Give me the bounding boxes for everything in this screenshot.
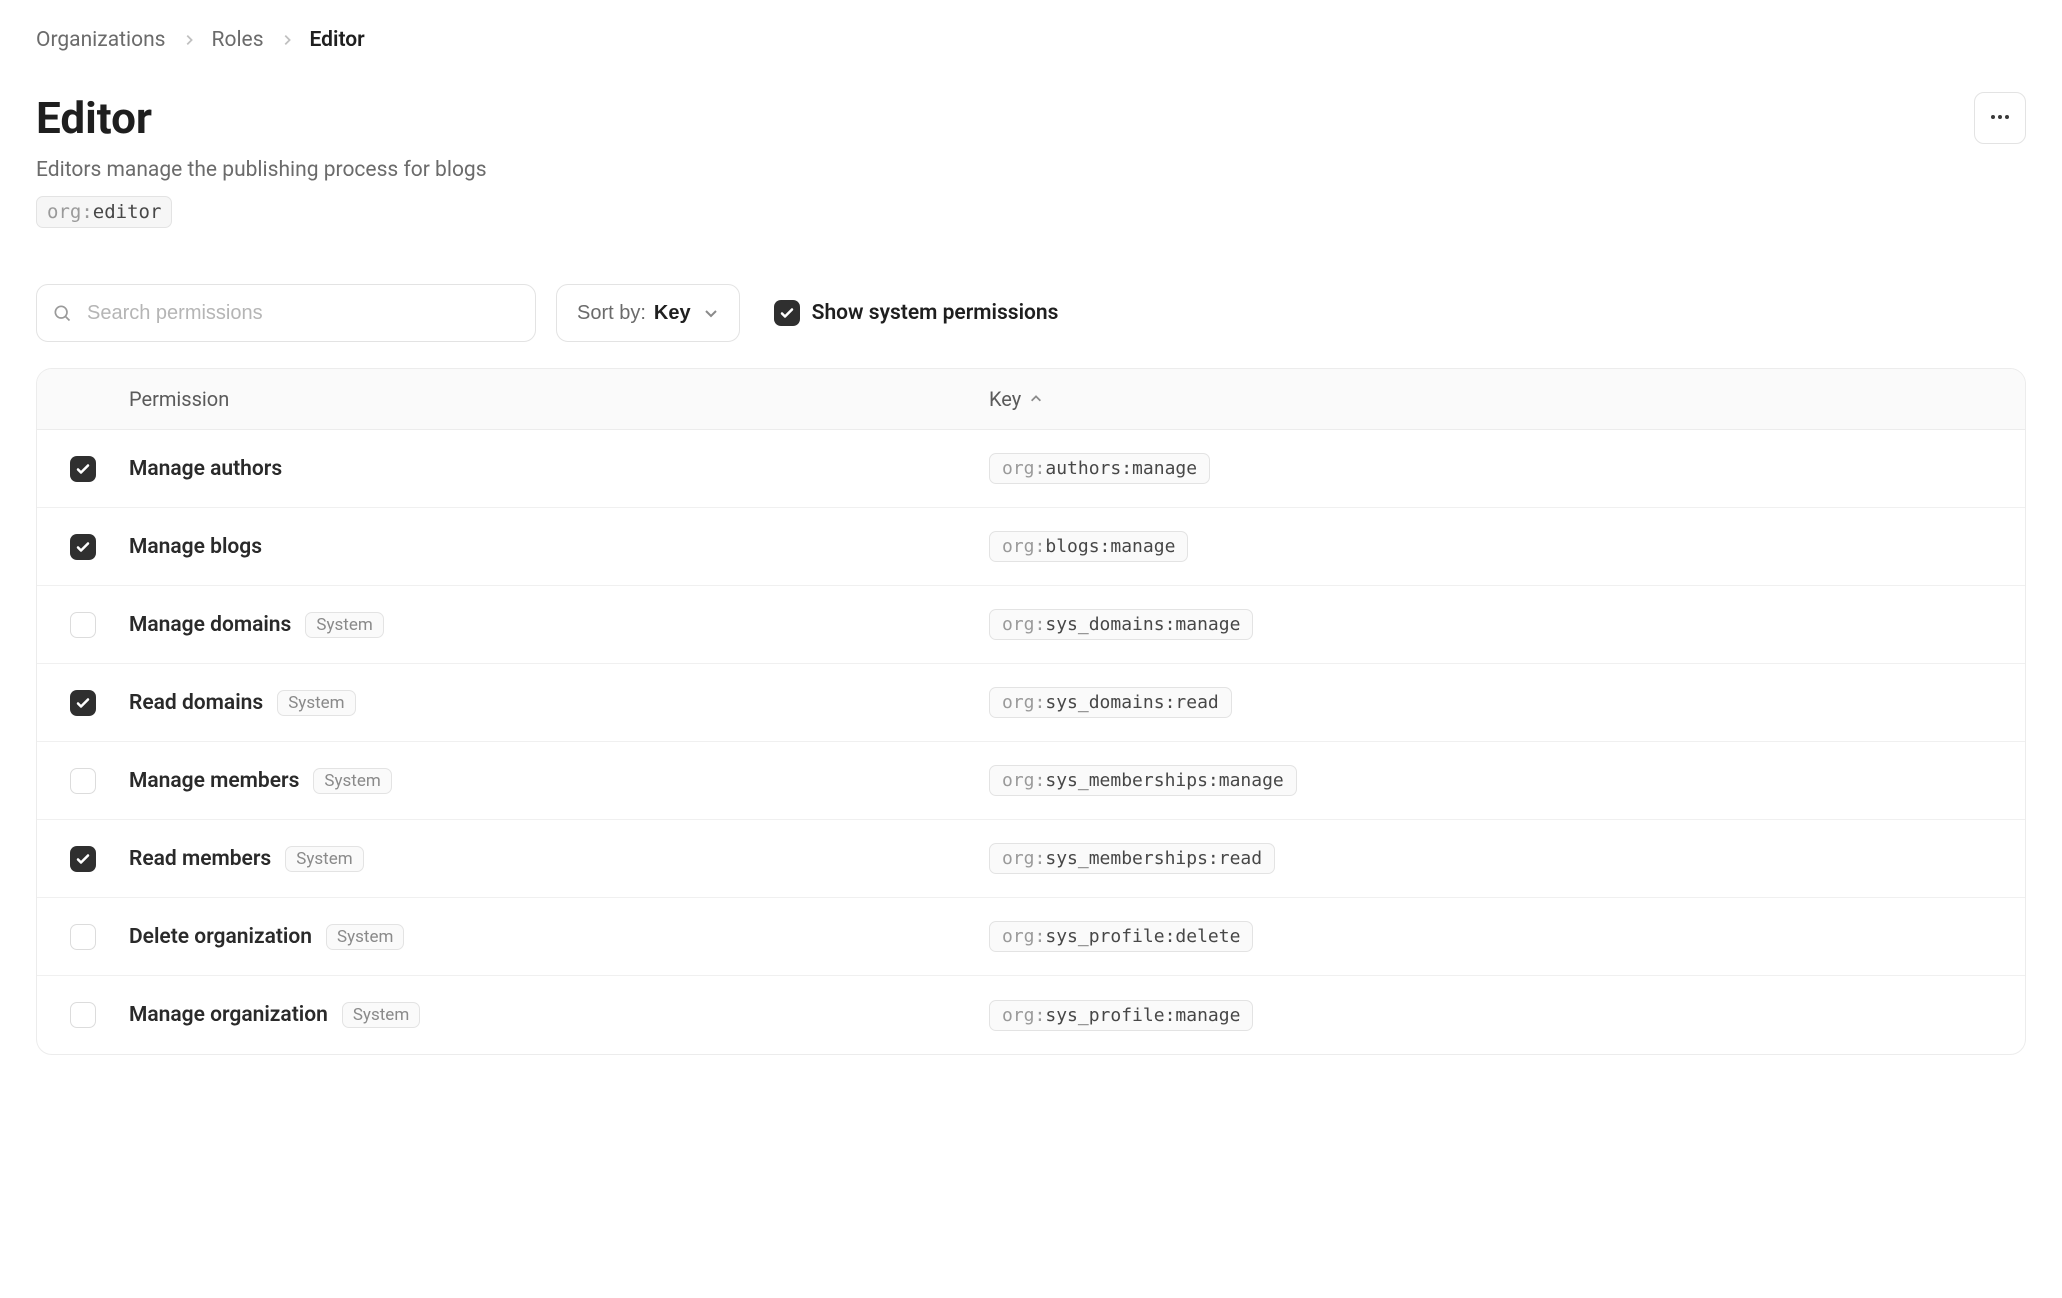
permission-name: Manage members System	[129, 768, 989, 794]
sort-label: Sort by:	[577, 302, 646, 325]
permission-name: Manage domains System	[129, 612, 989, 638]
system-badge: System	[342, 1002, 420, 1028]
system-badge: System	[313, 768, 391, 794]
permission-name-text: Manage authors	[129, 457, 282, 481]
role-key-prefix: org:	[47, 201, 93, 223]
system-badge: System	[305, 612, 383, 638]
permission-name-text: Manage domains	[129, 613, 291, 637]
permission-name-text: Manage members	[129, 769, 299, 793]
permission-key-value: sys_profile:manage	[1045, 1005, 1240, 1026]
system-badge: System	[326, 924, 404, 950]
permission-checkbox[interactable]	[70, 768, 96, 794]
permission-key-value: sys_domains:manage	[1045, 614, 1240, 635]
breadcrumb-link-roles[interactable]: Roles	[212, 28, 264, 52]
permission-name-text: Read members	[129, 847, 271, 871]
sort-ascending-icon	[1029, 392, 1043, 406]
table-row: Read members System org:sys_memberships:re…	[37, 820, 2025, 898]
permission-checkbox[interactable]	[70, 924, 96, 950]
permission-checkbox[interactable]	[70, 846, 96, 872]
show-system-checkbox[interactable]	[774, 300, 800, 326]
permission-key-value: sys_memberships:manage	[1045, 770, 1283, 791]
role-key-value: editor	[93, 201, 162, 223]
table-row: Read domains System org:sys_domains:read	[37, 664, 2025, 742]
show-system-permissions-toggle[interactable]: Show system permissions	[774, 300, 1059, 326]
chevron-right-icon	[182, 33, 196, 47]
permission-key-value: sys_memberships:read	[1045, 848, 1262, 869]
permission-key-badge: org:sys_profile:manage	[989, 1000, 1253, 1031]
page-title: Editor	[36, 92, 487, 144]
permission-name: Read members System	[129, 846, 989, 872]
table-row: Manage authors org:authors:manage	[37, 430, 2025, 508]
permission-key-badge: org:blogs:manage	[989, 531, 1188, 562]
permission-checkbox[interactable]	[70, 534, 96, 560]
more-actions-button[interactable]	[1974, 92, 2026, 144]
table-row: Manage organization System org:sys_profile…	[37, 976, 2025, 1054]
permission-name: Delete organization System	[129, 924, 989, 950]
toolbar: Sort by: Key Show system permissions	[36, 284, 2026, 342]
table-body: Manage authorsorg:authors:manageManage b…	[37, 430, 2025, 1054]
permission-key-badge: org:authors:manage	[989, 453, 1210, 484]
breadcrumb-link-organizations[interactable]: Organizations	[36, 28, 166, 52]
permission-checkbox[interactable]	[70, 612, 96, 638]
permission-name-text: Read domains	[129, 691, 263, 715]
permission-checkbox[interactable]	[70, 456, 96, 482]
permission-key-prefix: org:	[1002, 536, 1045, 557]
permission-key-badge: org:sys_profile:delete	[989, 921, 1253, 952]
page-subtitle: Editors manage the publishing process fo…	[36, 158, 487, 182]
permission-name-text: Delete organization	[129, 925, 312, 949]
show-system-label: Show system permissions	[812, 301, 1059, 325]
permission-name: Manage blogs	[129, 535, 989, 559]
search-field	[36, 284, 536, 342]
permission-key-prefix: org:	[1002, 770, 1045, 791]
search-input[interactable]	[36, 284, 536, 342]
table-row: Manage domains System org:sys_domains:mana…	[37, 586, 2025, 664]
permission-key-badge: org:sys_domains:manage	[989, 609, 1253, 640]
permission-name-text: Manage blogs	[129, 535, 262, 559]
permission-key-prefix: org:	[1002, 926, 1045, 947]
permission-checkbox[interactable]	[70, 690, 96, 716]
permission-key-value: sys_domains:read	[1045, 692, 1218, 713]
chevron-down-icon	[703, 305, 719, 321]
system-badge: System	[277, 690, 355, 716]
permission-name: Manage authors	[129, 457, 989, 481]
table-row: Delete organization System org:sys_profile…	[37, 898, 2025, 976]
permission-checkbox[interactable]	[70, 1002, 96, 1028]
permission-name: Read domains System	[129, 690, 989, 716]
table-row: Manage members System org:sys_memberships:…	[37, 742, 2025, 820]
permission-key-prefix: org:	[1002, 692, 1045, 713]
permission-key-badge: org:sys_memberships:read	[989, 843, 1275, 874]
permissions-table: Permission Key Manage authorsorg:authors…	[36, 368, 2026, 1055]
permission-key-badge: org:sys_memberships:manage	[989, 765, 1297, 796]
permission-key-prefix: org:	[1002, 458, 1045, 479]
permission-key-value: sys_profile:delete	[1045, 926, 1240, 947]
sort-value: Key	[654, 302, 691, 325]
permission-key-prefix: org:	[1002, 848, 1045, 869]
permission-key-prefix: org:	[1002, 1005, 1045, 1026]
search-icon	[52, 303, 72, 323]
sort-by-button[interactable]: Sort by: Key	[556, 284, 740, 342]
system-badge: System	[285, 846, 363, 872]
permission-key-value: blogs:manage	[1045, 536, 1175, 557]
permission-name-text: Manage organization	[129, 1003, 328, 1027]
permission-key-badge: org:sys_domains:read	[989, 687, 1232, 718]
column-header-key[interactable]: Key	[989, 387, 1997, 411]
breadcrumb-current: Editor	[310, 28, 365, 52]
permission-key-prefix: org:	[1002, 614, 1045, 635]
dots-horizontal-icon	[1988, 105, 2012, 132]
permission-name: Manage organization System	[129, 1002, 989, 1028]
table-header: Permission Key	[37, 369, 2025, 430]
chevron-right-icon	[280, 33, 294, 47]
column-header-permission[interactable]: Permission	[129, 387, 989, 411]
breadcrumb: Organizations Roles Editor	[36, 28, 2026, 52]
table-row: Manage blogs org:blogs:manage	[37, 508, 2025, 586]
permission-key-value: authors:manage	[1045, 458, 1197, 479]
role-key-badge: org:editor	[36, 196, 172, 228]
